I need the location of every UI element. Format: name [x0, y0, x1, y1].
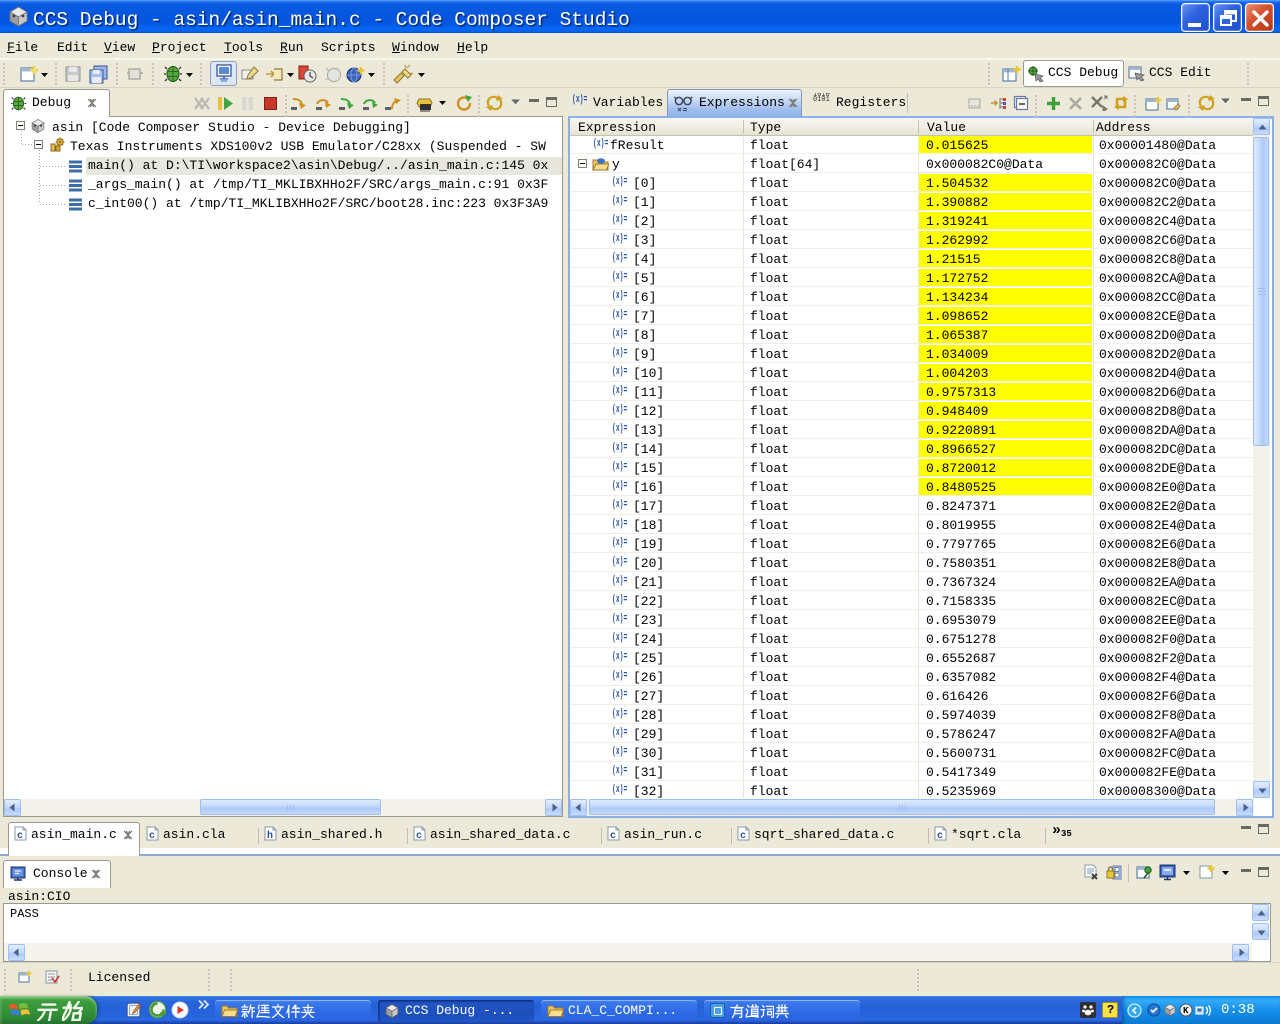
svg-text:c: c	[610, 831, 616, 841]
svg-text:c: c	[740, 831, 746, 841]
svg-text:c: c	[416, 831, 422, 841]
svg-text:h: h	[267, 830, 273, 841]
svg-text:K: K	[1183, 1006, 1189, 1016]
svg-text:c: c	[937, 831, 943, 841]
svg-text:c: c	[149, 831, 155, 841]
svg-text:c: c	[17, 831, 23, 841]
